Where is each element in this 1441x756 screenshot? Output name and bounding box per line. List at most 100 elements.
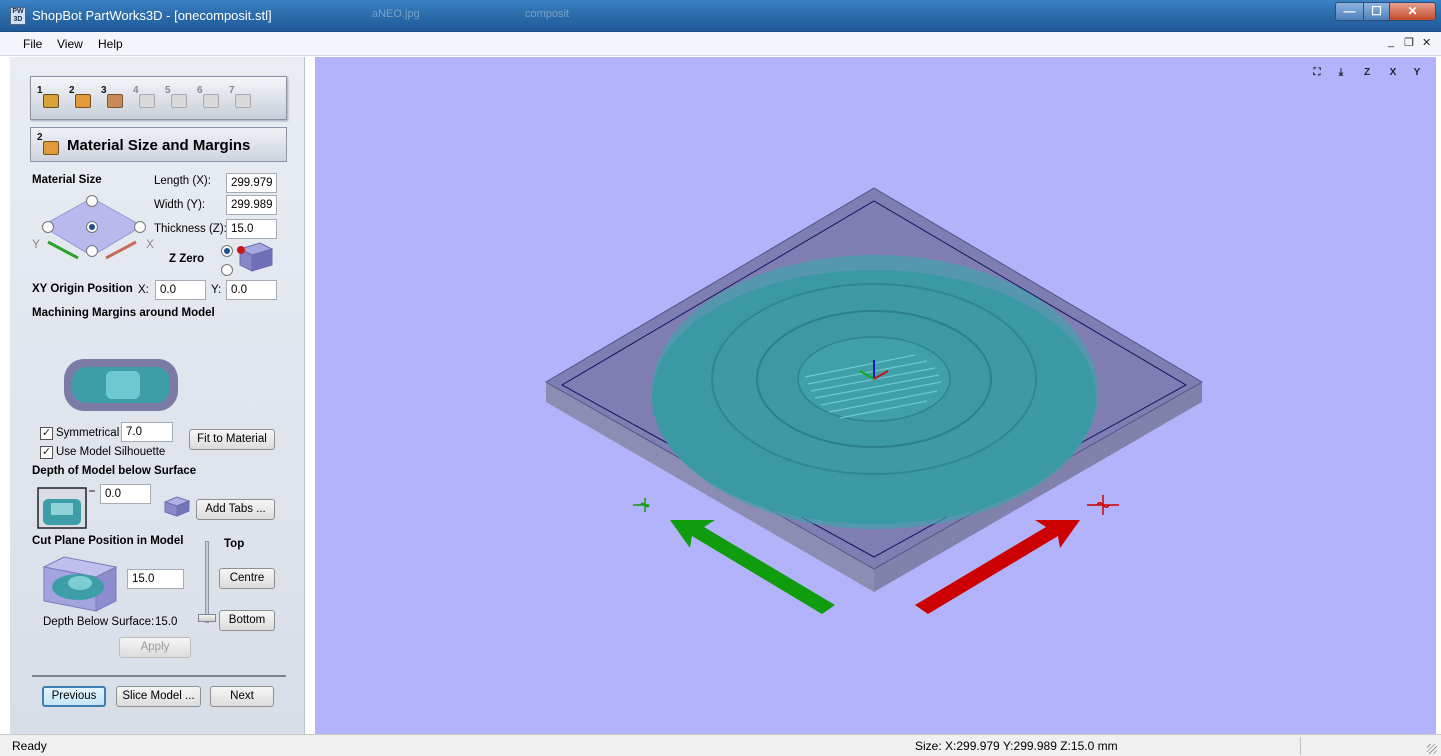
symmetrical-label: Symmetrical [56, 427, 120, 439]
material-block-icon [43, 94, 59, 108]
slice-icon [139, 94, 155, 108]
x-axis-label: X [146, 237, 155, 251]
thickness-label: Thickness (Z): [154, 223, 227, 235]
use-silhouette-label: Use Model Silhouette [56, 446, 166, 458]
origin-y-input[interactable]: 0.0 [226, 280, 277, 300]
step-6-button[interactable]: 6 [197, 85, 223, 113]
section-header: 2 Material Size and Margins [30, 127, 287, 162]
margin-input[interactable]: 7.0 [121, 422, 173, 442]
maximize-button[interactable]: ☐ [1363, 2, 1390, 21]
tab-block-icon [163, 496, 191, 517]
cut-plane-diagram-icon [42, 556, 118, 612]
fit-to-material-button[interactable]: Fit to Material [189, 429, 275, 450]
preview-icon [203, 94, 219, 108]
background-window-tab: composit [525, 8, 570, 20]
status-size: Size: X:299.979 Y:299.989 Z:15.0 mm [915, 739, 1118, 753]
length-input[interactable]: 299.979 [226, 173, 277, 193]
close-button[interactable]: ✕ [1389, 2, 1436, 21]
xy-origin-label: XY Origin Position [32, 283, 133, 295]
menu-file[interactable]: File [23, 37, 42, 51]
step-2-button[interactable]: 2 [69, 85, 95, 113]
wizard-panel: 1 2 3 4 5 6 7 2 Material Size and Margin… [10, 57, 305, 734]
status-separator [1300, 737, 1301, 755]
step-1-button[interactable]: 1 [37, 85, 63, 113]
symmetrical-checkbox[interactable]: ✓ [40, 427, 53, 440]
window-title: ShopBot PartWorks3D - [onecomposit.stl] [32, 8, 272, 23]
cut-plane-input[interactable]: 15.0 [127, 569, 184, 589]
cut-plane-slider-track[interactable] [205, 541, 209, 623]
z-zero-top-radio[interactable] [221, 245, 233, 257]
menu-help[interactable]: Help [98, 37, 123, 51]
app-icon: PW 3D [10, 7, 26, 25]
z-zero-label: Z Zero [169, 253, 205, 265]
step-5-button[interactable]: 5 [165, 85, 191, 113]
y-axis-label: Y [32, 237, 41, 251]
origin-x-input[interactable]: 0.0 [155, 280, 206, 300]
z-zero-bottom-radio[interactable] [221, 264, 233, 276]
car-silhouette-icon [64, 359, 178, 411]
material-size-label: Material Size [32, 174, 102, 186]
origin-x-label: X: [138, 284, 149, 296]
section-title: Material Size and Margins [67, 137, 251, 154]
next-button[interactable]: Next [210, 686, 274, 707]
origin-radio-top[interactable] [86, 195, 98, 207]
material-size-icon: 2 [37, 132, 61, 158]
add-tabs-button[interactable]: Add Tabs ... [196, 499, 275, 520]
status-bar: Ready Size: X:299.979 Y:299.989 Z:15.0 m… [0, 734, 1441, 756]
title-bar: PW 3D ShopBot PartWorks3D - [onecomposit… [0, 0, 1441, 32]
save-icon [235, 94, 251, 108]
background-window-tab: aNEO.jpg [372, 8, 420, 20]
material-size-icon [75, 94, 91, 108]
x-origin-marker [1087, 495, 1119, 515]
origin-radio-bottom[interactable] [86, 245, 98, 257]
z-zero-block-icon [237, 242, 274, 272]
apply-button[interactable]: Apply [119, 637, 191, 658]
use-silhouette-checkbox[interactable]: ✓ [40, 446, 53, 459]
depth-diagram-icon [37, 487, 95, 529]
document-minimize-button[interactable]: _ [1388, 36, 1394, 48]
iso-view-icon[interactable]: ⤓ [1331, 63, 1351, 83]
origin-radio-center[interactable] [86, 221, 98, 233]
length-label: Length (X): [154, 175, 211, 187]
minimize-button[interactable]: — [1335, 2, 1364, 21]
margins-label: Machining Margins around Model [32, 307, 215, 319]
depth-input[interactable]: 0.0 [100, 484, 151, 504]
width-label: Width (Y): [154, 199, 206, 211]
width-input[interactable]: 299.989 [226, 195, 277, 215]
document-restore-button[interactable]: ❐ [1404, 36, 1414, 49]
slice-model-button[interactable]: Slice Model ... [116, 686, 201, 707]
origin-radio-left[interactable] [42, 221, 54, 233]
cut-plane-label: Cut Plane Position in Model [32, 535, 184, 547]
menu-view[interactable]: View [57, 37, 83, 51]
centre-button[interactable]: Centre [219, 568, 275, 589]
bottom-button[interactable]: Bottom [219, 610, 275, 631]
depth-below-value: 15.0 [155, 616, 178, 628]
origin-radio-right[interactable] [134, 221, 146, 233]
step-7-button[interactable]: 7 [229, 85, 255, 113]
view-z-icon[interactable]: Z [1357, 63, 1377, 83]
toolpath-icon [171, 94, 187, 108]
view-toolbar: ⛶ ⤓ Z X Y [1307, 63, 1431, 83]
step-3-button[interactable]: 3 [101, 85, 127, 113]
top-label: Top [224, 538, 245, 550]
orientation-icon [107, 94, 123, 108]
zoom-extents-icon[interactable]: ⛶ [1307, 63, 1327, 83]
resize-grip[interactable] [1427, 744, 1437, 754]
panel-divider [32, 675, 286, 677]
view-x-icon[interactable]: X [1383, 63, 1403, 83]
status-text: Ready [12, 739, 47, 753]
origin-y-label: Y: [211, 284, 222, 296]
menu-bar: File View Help _ ❐ ✕ [0, 32, 1441, 56]
thickness-input[interactable]: 15.0 [226, 219, 277, 239]
depth-below-label: Depth Below Surface: [43, 616, 155, 628]
document-close-button[interactable]: ✕ [1422, 36, 1431, 49]
view-y-icon[interactable]: Y [1407, 63, 1427, 83]
3d-viewport[interactable]: ⛶ ⤓ Z X Y [315, 57, 1436, 734]
step-toolbar: 1 2 3 4 5 6 7 [30, 76, 287, 120]
y-origin-marker [633, 498, 650, 512]
step-4-button[interactable]: 4 [133, 85, 159, 113]
cut-plane-slider-thumb[interactable] [198, 614, 216, 622]
previous-button[interactable]: Previous [42, 686, 106, 707]
depth-label: Depth of Model below Surface [32, 465, 197, 477]
3d-scene[interactable] [315, 57, 1436, 734]
